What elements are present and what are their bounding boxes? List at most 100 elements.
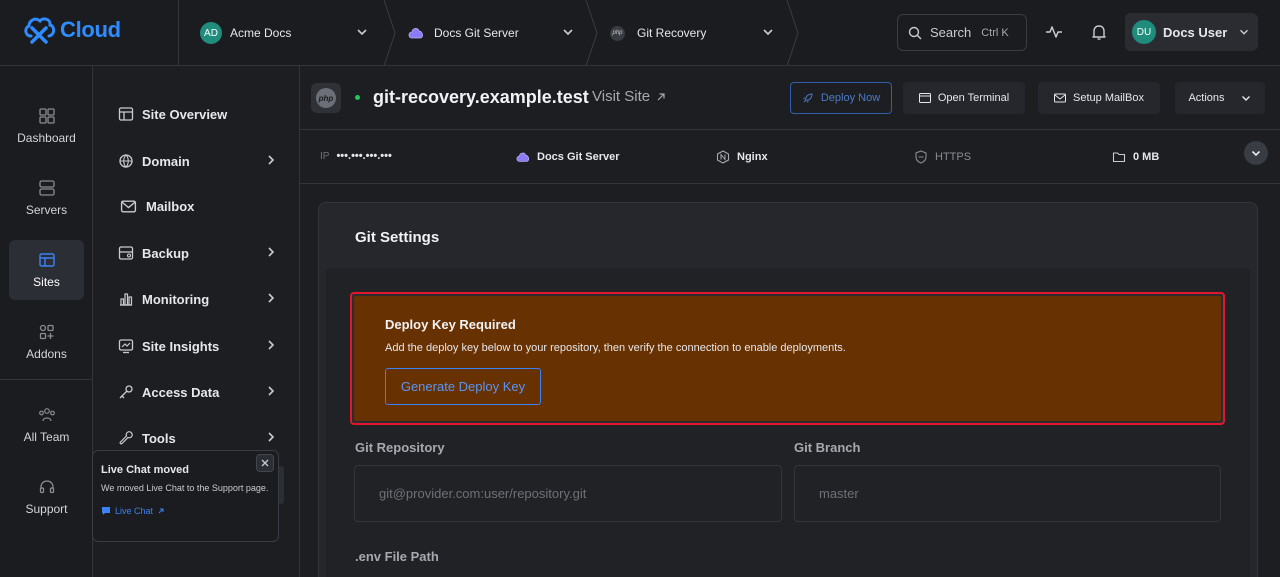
brand-logo[interactable]: Cloud [22, 14, 121, 46]
chevron-right-icon [268, 247, 275, 257]
external-link-icon [657, 92, 665, 100]
expand-info-button[interactable] [1244, 141, 1268, 165]
divider [178, 0, 179, 66]
breadcrumb-server[interactable]: Docs Git Server [408, 0, 584, 66]
placeholder: master [819, 486, 859, 501]
bell-icon[interactable] [1089, 22, 1109, 42]
button-label: Open Terminal [937, 92, 1010, 104]
cloud-icon [408, 28, 423, 39]
https-label: HTTPS [935, 151, 972, 163]
popup-title: Live Chat moved [101, 464, 190, 476]
avatar: DU [1132, 20, 1156, 44]
server-icon [38, 180, 55, 196]
breadcrumb-team[interactable]: AD Acme Docs [200, 0, 376, 66]
nav-label: Domain [142, 153, 190, 169]
visit-site-link[interactable]: Visit Site [592, 88, 666, 105]
headset-icon [39, 480, 54, 494]
rocket-icon [803, 93, 813, 103]
alert-text: Add the deploy key below to your reposit… [385, 342, 846, 354]
team-icon [38, 408, 55, 422]
deploy-now-button[interactable]: Deploy Now [790, 82, 892, 114]
chevron-down-icon [357, 29, 367, 36]
chevron-right-icon [268, 155, 275, 165]
activity-icon[interactable] [1044, 22, 1064, 42]
rail-item-dashboard[interactable]: Dashboard [9, 96, 84, 156]
git-repository-input[interactable]: git@provider.com:user/repository.git [354, 465, 782, 522]
nginx-icon [716, 150, 730, 164]
chevron-down-icon [763, 29, 773, 36]
server-name: Docs Git Server [537, 151, 620, 163]
popup-text: We moved Live Chat to the Support page. [101, 483, 269, 493]
breadcrumb-separator [383, 0, 396, 66]
close-icon [261, 459, 269, 467]
cloud-icon [516, 152, 530, 162]
user-name: Docs User [1163, 24, 1228, 40]
button-label: Setup MailBox [1073, 92, 1144, 104]
nav-item-site-insights[interactable]: Site Insights [118, 333, 278, 359]
alert-title: Deploy Key Required [385, 317, 516, 332]
live-chat-popup: Live Chat moved We moved Live Chat to th… [92, 450, 279, 542]
nav-item-backup[interactable]: Backup [118, 240, 278, 266]
generate-deploy-key-button[interactable]: Generate Deploy Key [385, 368, 541, 405]
chevron-right-icon [268, 386, 275, 396]
rail-item-support[interactable]: Support [9, 467, 84, 527]
alert-body: Deploy Key Required Add the deploy key b… [354, 296, 1221, 421]
git-branch-input[interactable]: master [794, 465, 1221, 522]
webserver-info: Nginx [716, 150, 768, 164]
user-menu[interactable]: DU Docs User [1125, 13, 1258, 51]
chevron-down-icon [1251, 150, 1261, 157]
nav-item-tools[interactable]: Tools [118, 425, 278, 451]
repo-label: Git Repository [355, 440, 445, 455]
mail-icon [120, 199, 137, 213]
chevron-right-icon [268, 432, 275, 442]
php-icon: php [316, 88, 336, 108]
rail-label: Servers [25, 203, 68, 217]
nav-item-site-overview[interactable]: Site Overview [118, 101, 278, 127]
site-info-strip: IP •••.•••.•••.••• Docs Git Server Nginx… [300, 130, 1280, 184]
server-info[interactable]: Docs Git Server [516, 150, 620, 164]
deploy-key-alert: Deploy Key Required Add the deploy key b… [350, 292, 1225, 425]
backup-icon [118, 246, 134, 260]
nav-label: Monitoring [142, 291, 210, 307]
open-terminal-button[interactable]: Open Terminal [903, 82, 1025, 114]
rail-label: Support [25, 502, 68, 516]
env-path-label: .env File Path [355, 549, 439, 564]
addons-icon [39, 324, 54, 340]
nav-label: Site Insights [142, 338, 220, 354]
dashboard-icon [38, 108, 55, 124]
nav-item-monitoring[interactable]: Monitoring [118, 286, 278, 312]
search-button[interactable]: Search Ctrl K [897, 14, 1027, 51]
nav-item-access-data[interactable]: Access Data [118, 379, 278, 405]
status-indicator [355, 95, 360, 100]
rail-item-sites[interactable]: Sites [9, 240, 84, 300]
storage-info: 0 MB [1112, 150, 1159, 164]
breadcrumb-separator [786, 0, 799, 66]
webserver-name: Nginx [737, 151, 768, 163]
site-header: php git-recovery.example.test Visit Site… [300, 66, 1280, 130]
insights-icon [118, 339, 134, 354]
ip-value: •••.•••.•••.••• [336, 150, 392, 162]
nav-item-mailbox[interactable]: Mailbox [120, 193, 280, 219]
actions-button[interactable]: Actions [1175, 82, 1265, 114]
rail-item-addons[interactable]: Addons [9, 312, 84, 372]
branch-label: Git Branch [794, 440, 861, 455]
page-title: git-recovery.example.test [373, 87, 589, 107]
close-button[interactable] [256, 454, 274, 472]
setup-mailbox-button[interactable]: Setup MailBox [1038, 82, 1160, 114]
nav-item-domain[interactable]: Domain [118, 148, 278, 174]
storage-value: 0 MB [1133, 151, 1160, 163]
live-chat-link[interactable]: Live Chat [101, 506, 270, 516]
button-label: Deploy Now [820, 92, 881, 104]
search-shortcut: Ctrl K [981, 26, 1009, 39]
chat-icon [102, 507, 110, 515]
sites-icon [38, 253, 55, 267]
terminal-icon [918, 93, 931, 103]
top-bar: Cloud AD Acme Docs Docs Git Server php G… [0, 0, 1280, 66]
breadcrumb-site[interactable]: php Git Recovery [610, 0, 786, 66]
key-icon [119, 385, 133, 399]
https-info[interactable]: HTTPS [914, 150, 971, 164]
rail-item-servers[interactable]: Servers [9, 168, 84, 228]
chevron-right-icon [268, 340, 275, 350]
rail-item-all-team[interactable]: All Team [9, 395, 84, 455]
breadcrumb-separator [585, 0, 598, 66]
